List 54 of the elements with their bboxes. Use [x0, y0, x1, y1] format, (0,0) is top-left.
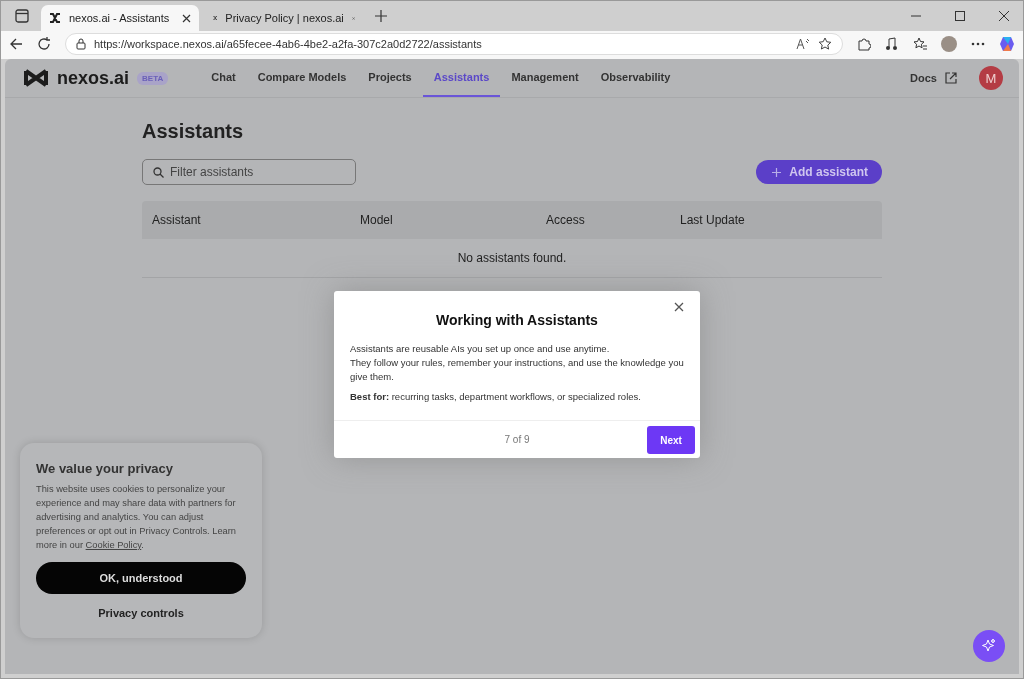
privacy-controls-button[interactable]: Privacy controls: [92, 606, 190, 620]
sidebar-icon[interactable]: [15, 9, 29, 23]
dialog-text: Best for: recurring tasks, department workflows, or specialized roles.: [350, 390, 642, 404]
sparkle-icon: [981, 638, 997, 654]
nav-link[interactable]: Compare Models: [246, 59, 358, 97]
read-aloud-icon[interactable]: [796, 38, 810, 50]
nav-link[interactable]: Assistants: [422, 59, 501, 97]
column-header: Assistant: [152, 213, 202, 227]
ok-button[interactable]: OK, understood: [36, 562, 246, 594]
more-icon[interactable]: [971, 42, 985, 46]
empty-message: No assistants found.: [457, 251, 567, 265]
logo-icon: [49, 13, 61, 23]
beta-badge: BETA: [137, 71, 169, 85]
search-icon: [153, 167, 164, 178]
cookie-title: We value your privacy: [36, 461, 175, 476]
cookie-text: This website uses cookies to personalize your experience and may share data with partners for advertising and analytics. You can adjust preferences or opt out in Privacy Controls. Learn more in our Cookie Policy.: [36, 483, 237, 552]
address-bar[interactable]: https://workspace.nexos.ai/a65fecee-4ab6-4be2-a2fa-307c2a0d2722/assistants: [65, 33, 843, 55]
music-icon[interactable]: [885, 37, 899, 51]
close-icon[interactable]: [182, 13, 191, 23]
new-tab-icon[interactable]: [375, 10, 387, 22]
dialog-title: Working with Assistants: [435, 312, 599, 328]
nav-link[interactable]: Chat: [200, 59, 247, 97]
next-button[interactable]: Next: [647, 426, 695, 454]
column-header: Access: [546, 213, 586, 227]
user-avatar[interactable]: M: [979, 66, 1003, 90]
column-header: Last Update: [680, 213, 746, 227]
filter-field[interactable]: Filter assistants: [142, 159, 356, 185]
close-icon[interactable]: [674, 302, 684, 312]
nav-link[interactable]: Observability: [589, 59, 682, 97]
profile-avatar[interactable]: [941, 36, 957, 52]
dialog-text: Assistants are reusable AIs you set up once and use anytime. They follow your rules, remember your instructions, and use the knowledge you give them.: [350, 342, 684, 384]
refresh-icon[interactable]: [37, 37, 51, 51]
column-header: Model: [360, 213, 394, 227]
external-link-icon[interactable]: [945, 72, 957, 84]
star-icon[interactable]: [818, 37, 832, 51]
browser-tab[interactable]: Privacy Policy | nexos.ai: [205, 5, 363, 31]
plus-icon: [772, 167, 782, 177]
close-icon[interactable]: [999, 11, 1009, 21]
back-icon[interactable]: [9, 37, 23, 51]
nav-link[interactable]: Projects: [357, 59, 423, 97]
favorites-icon[interactable]: [913, 37, 927, 51]
nav-link[interactable]: Management: [500, 59, 590, 97]
docs-link[interactable]: Docs: [910, 72, 937, 84]
assistant-fab[interactable]: [973, 630, 1005, 662]
logo-icon: [23, 69, 49, 87]
step-counter: 7 of 9: [504, 434, 530, 445]
maximize-icon[interactable]: [955, 11, 965, 21]
lock-icon: [76, 38, 86, 50]
copilot-icon[interactable]: [999, 36, 1015, 52]
logo-text: nexos.ai: [57, 67, 130, 89]
logo-icon: [213, 13, 218, 23]
browser-tab[interactable]: nexos.ai - Assistants: [41, 5, 199, 31]
add-assistant-button[interactable]: Add assistant: [756, 160, 882, 184]
page-title: Assistants: [142, 120, 245, 143]
